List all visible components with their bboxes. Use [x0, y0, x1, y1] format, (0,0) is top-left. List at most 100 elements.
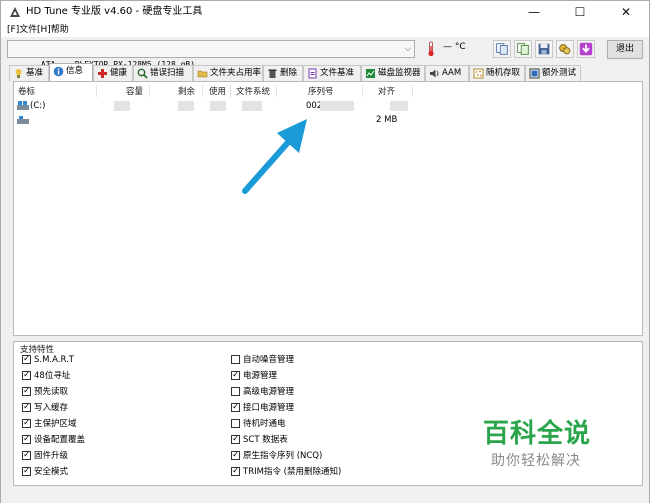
- tab-file-benchmark[interactable]: 文件基准: [303, 65, 361, 81]
- checkbox[interactable]: [231, 387, 240, 396]
- checkbox[interactable]: [231, 355, 240, 364]
- title-bar: HD Tune 专业版 v4.60 - 硬盘专业工具 — ☐ ✕: [1, 1, 649, 23]
- menu-help[interactable]: [H]帮助: [37, 24, 69, 36]
- temperature-readout: — °C: [443, 42, 466, 52]
- tab-aam[interactable]: AAM: [425, 65, 469, 81]
- tab-label: 额外测试: [542, 68, 577, 78]
- tab-error-scan[interactable]: 错误扫描: [133, 65, 193, 81]
- download-button[interactable]: [577, 40, 595, 58]
- column-separator: [412, 85, 413, 97]
- app-logo-icon: [10, 7, 20, 17]
- windows-drive-icon: [17, 101, 29, 110]
- close-button[interactable]: ✕: [603, 1, 649, 23]
- drive-select[interactable]: ATA PLEXTOR PX-128M5 (128 gB) ⌵: [7, 40, 415, 69]
- health-icon: [98, 69, 107, 78]
- checkbox[interactable]: [22, 353, 31, 365]
- status-bar: [1, 489, 649, 503]
- save-button[interactable]: [535, 40, 553, 58]
- checkbox[interactable]: [231, 465, 240, 477]
- column-separator: [202, 85, 203, 97]
- tab-label: 磁盘监视器: [378, 68, 421, 78]
- watermark-subtitle: 助你轻松解决: [491, 453, 581, 469]
- tab-health[interactable]: 健康: [93, 65, 133, 81]
- copy-screen-icon: [517, 43, 529, 55]
- options-icon: [559, 44, 571, 55]
- exit-button[interactable]: 退出: [607, 40, 643, 59]
- watermark-title: 百科全说: [483, 419, 592, 449]
- drive-info-panel: 卷标 容量 剩余 使用 文件系统 序列号 对齐 (C:) 002 2 MB: [13, 81, 643, 336]
- tab-label: 基准: [26, 68, 44, 78]
- tab-random-access[interactable]: 随机存取: [469, 65, 525, 81]
- column-separator: [149, 85, 150, 97]
- checkbox[interactable]: [231, 433, 240, 445]
- column-header-volume[interactable]: 卷标: [18, 85, 35, 97]
- table-row[interactable]: 2 MB: [14, 113, 642, 127]
- extra-tests-icon: [529, 68, 540, 79]
- tab-label: AAM: [442, 68, 462, 78]
- column-header-free[interactable]: 剩余: [178, 85, 195, 97]
- tab-disk-monitor[interactable]: 磁盘监视器: [361, 65, 425, 81]
- redacted-value: [320, 101, 354, 111]
- window-title: HD Tune 专业版 v4.60 - 硬盘专业工具: [26, 6, 203, 17]
- chevron-down-icon: ⌵: [404, 44, 411, 53]
- menu-file[interactable]: [F]文件: [7, 24, 37, 36]
- column-header-serial[interactable]: 序列号: [308, 85, 334, 97]
- column-header-alignment[interactable]: 对齐: [378, 85, 395, 97]
- checkbox[interactable]: [22, 417, 31, 429]
- folder-usage-icon: [197, 70, 208, 78]
- column-separator: [230, 85, 231, 97]
- minimize-button[interactable]: —: [511, 1, 557, 23]
- column-header-capacity[interactable]: 容量: [126, 85, 143, 97]
- tab-label: 随机存取: [486, 68, 521, 78]
- tab-benchmark[interactable]: 基准: [9, 65, 49, 81]
- disk-monitor-icon: [366, 69, 375, 78]
- checkbox[interactable]: [22, 369, 31, 381]
- info-icon: [53, 66, 64, 77]
- annotation-arrow-icon: [242, 119, 307, 194]
- tab-label: 信息: [66, 66, 84, 76]
- column-separator: [96, 85, 97, 97]
- column-separator: [276, 85, 277, 97]
- redacted-value: [210, 101, 226, 111]
- redacted-value: [390, 101, 408, 111]
- tab-bar: 基准 信息 健康 错误扫描 文件夹占用率 删除 文件基准 磁盘监视器 AAM 随…: [7, 63, 643, 81]
- thermometer-icon: [428, 41, 434, 57]
- tab-label: 文件夹占用率: [210, 68, 262, 78]
- table-row[interactable]: (C:) 002: [14, 99, 642, 113]
- copy-info-button[interactable]: [493, 40, 511, 58]
- file-benchmark-icon: [308, 68, 317, 79]
- tab-erase[interactable]: 删除: [263, 65, 303, 81]
- tab-extra-tests[interactable]: 额外测试: [525, 65, 581, 81]
- column-header-filesystem[interactable]: 文件系统: [236, 85, 270, 97]
- copy-screen-button[interactable]: [514, 40, 532, 58]
- tab-folder-usage[interactable]: 文件夹占用率: [193, 65, 263, 81]
- checkbox[interactable]: [22, 465, 31, 477]
- checkbox[interactable]: [231, 449, 240, 461]
- erase-icon: [268, 69, 277, 78]
- checkbox[interactable]: [22, 401, 31, 413]
- download-icon: [579, 42, 593, 56]
- benchmark-icon: [15, 69, 22, 78]
- column-separator: [362, 85, 363, 97]
- maximize-button[interactable]: ☐: [557, 1, 603, 23]
- menu-bar: [F]文件 [H]帮助: [1, 23, 649, 37]
- options-button[interactable]: [556, 40, 574, 58]
- tab-label: 错误扫描: [150, 68, 185, 78]
- tab-label: 文件基准: [320, 68, 355, 78]
- checkbox[interactable]: [231, 419, 240, 428]
- redacted-value: [242, 101, 262, 111]
- checkbox[interactable]: [22, 385, 31, 397]
- column-header-used[interactable]: 使用: [209, 85, 226, 97]
- tab-label: 删除: [280, 68, 298, 78]
- checkbox[interactable]: [231, 369, 240, 381]
- checkbox[interactable]: [22, 449, 31, 461]
- app-window: HD Tune 专业版 v4.60 - 硬盘专业工具 — ☐ ✕ [F]文件 […: [0, 0, 650, 503]
- checkbox[interactable]: [231, 401, 240, 413]
- aam-icon: [430, 69, 439, 78]
- checkbox[interactable]: [22, 433, 31, 445]
- tab-info[interactable]: 信息: [49, 63, 93, 81]
- copy-info-icon: [496, 43, 508, 55]
- toolbar: ATA PLEXTOR PX-128M5 (128 gB) ⌵ — °C: [1, 37, 649, 69]
- cell-alignment: 2 MB: [376, 115, 398, 125]
- error-scan-icon: [137, 68, 148, 79]
